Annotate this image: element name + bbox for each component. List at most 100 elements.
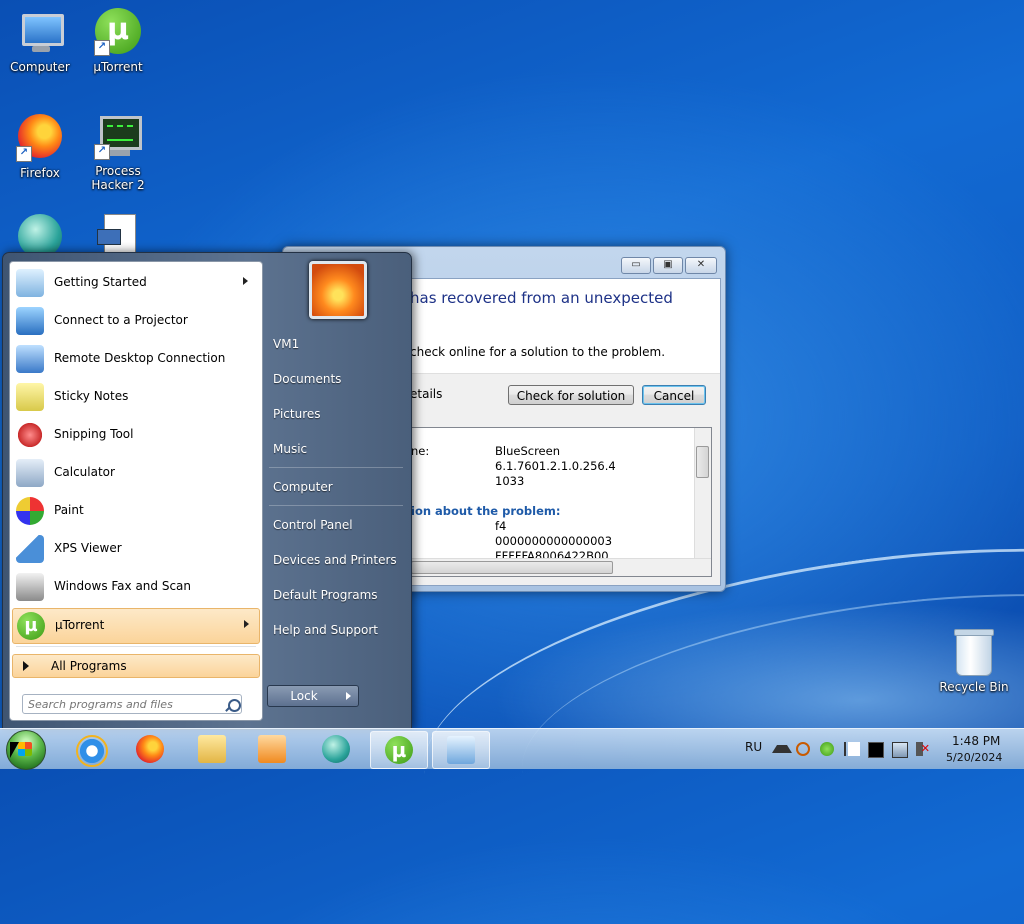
program-label: Calculator: [54, 465, 115, 479]
desktop-icon-label: Firefox: [20, 166, 60, 180]
lock-button[interactable]: Lock: [267, 685, 341, 707]
close-button[interactable]: ✕: [685, 257, 717, 274]
program-getting-started[interactable]: Getting Started: [12, 266, 258, 300]
program-label: µTorrent: [55, 618, 105, 632]
clock-date[interactable]: 5/20/2024: [946, 751, 1002, 764]
utorrent-icon: µ: [17, 612, 45, 640]
media-player-icon: [258, 735, 286, 763]
detail-value-locale: 1033: [495, 474, 525, 488]
fax-scanner-icon: [16, 573, 44, 601]
menu-divider: [269, 505, 403, 506]
process-hacker-icon: ↗: [94, 112, 142, 160]
detail-value-bccode: f4: [495, 519, 507, 533]
taskbar-firefox[interactable]: [122, 731, 178, 767]
program-calculator[interactable]: Calculator: [12, 456, 258, 490]
computer-icon: [16, 8, 64, 56]
desktop-icon-firefox[interactable]: ↗ Firefox: [2, 112, 78, 180]
right-item-documents[interactable]: Documents: [273, 372, 341, 386]
paint-palette-icon: [16, 497, 44, 525]
getting-started-icon: [16, 269, 44, 297]
volume-muted-icon[interactable]: ✕: [916, 742, 930, 756]
utorrent-tray-icon[interactable]: [820, 742, 834, 756]
clock-time[interactable]: 1:48 PM: [952, 734, 1000, 748]
right-item-user[interactable]: VM1: [273, 337, 299, 351]
cancel-button[interactable]: Cancel: [642, 385, 706, 405]
program-label: Paint: [54, 503, 84, 517]
calculator-icon: [16, 459, 44, 487]
dialog-title: has recovered from an unexpected: [410, 289, 673, 307]
right-item-devices-printers[interactable]: Devices and Printers: [273, 553, 397, 567]
search-input[interactable]: [22, 694, 242, 714]
search-icon[interactable]: [228, 699, 241, 712]
show-hidden-icons-icon[interactable]: [772, 745, 792, 753]
start-menu: Getting Started Connect to a Projector R…: [2, 252, 412, 730]
remote-desktop-icon: [16, 345, 44, 373]
detail-label-name: ne:: [411, 444, 430, 458]
program-utorrent[interactable]: µ µTorrent: [12, 608, 260, 644]
program-remote-desktop[interactable]: Remote Desktop Connection: [12, 342, 258, 376]
check-for-solution-button[interactable]: Check for solution: [508, 385, 634, 405]
right-item-pictures[interactable]: Pictures: [273, 407, 321, 421]
error-report-icon: [447, 736, 475, 764]
network-icon[interactable]: [892, 742, 908, 758]
program-sticky-notes[interactable]: Sticky Notes: [12, 380, 258, 414]
process-monitor-icon[interactable]: [868, 742, 884, 758]
taskbar-globe-app[interactable]: [308, 731, 364, 767]
detail-section-heading: ion about the problem:: [411, 504, 561, 518]
firefox-icon: ↗: [16, 114, 64, 162]
scroll-thumb[interactable]: [696, 446, 709, 478]
right-item-music[interactable]: Music: [273, 442, 307, 456]
start-menu-programs-pane: Getting Started Connect to a Projector R…: [9, 261, 263, 721]
utorrent-icon: µ ↗: [94, 8, 142, 56]
taskbar-explorer[interactable]: [184, 731, 240, 767]
view-details-toggle[interactable]: etails: [410, 387, 442, 401]
taskbar-media-player[interactable]: [244, 731, 300, 767]
detail-value-name: BlueScreen: [495, 444, 560, 458]
desktop-icon-recycle-bin[interactable]: Recycle Bin: [936, 629, 1012, 694]
program-paint[interactable]: Paint: [12, 494, 258, 528]
detail-value-bcp1: 0000000000000003: [495, 534, 613, 548]
right-item-computer[interactable]: Computer: [273, 480, 333, 494]
all-programs-label: All Programs: [51, 659, 127, 673]
program-xps-viewer[interactable]: XPS Viewer: [12, 532, 258, 566]
internet-explorer-icon: [76, 735, 108, 767]
maximize-button[interactable]: ▣: [653, 257, 683, 274]
program-fax-scan[interactable]: Windows Fax and Scan: [12, 570, 258, 604]
expand-arrow-icon: [23, 661, 29, 671]
scroll-thumb[interactable]: [411, 561, 613, 574]
detail-value-version: 6.1.7601.2.1.0.256.4: [495, 459, 616, 473]
action-center-flag-icon[interactable]: [844, 742, 860, 756]
vertical-scrollbar[interactable]: [694, 428, 711, 558]
all-programs-button[interactable]: All Programs: [12, 654, 260, 678]
horizontal-scrollbar[interactable]: [411, 558, 711, 576]
utorrent-icon: µ: [385, 736, 413, 764]
desktop-icon-label: Process Hacker 2: [91, 164, 145, 192]
folder-icon: [198, 735, 226, 763]
taskbar-error-reporting[interactable]: [432, 731, 490, 769]
program-label: Getting Started: [54, 275, 147, 289]
language-indicator[interactable]: RU: [745, 740, 762, 754]
minimize-button[interactable]: ▭: [621, 257, 651, 274]
right-item-help-support[interactable]: Help and Support: [273, 623, 378, 637]
user-avatar[interactable]: [309, 261, 367, 319]
shutdown-options-arrow[interactable]: [340, 685, 359, 707]
taskbar-ie[interactable]: [62, 731, 118, 767]
desktop-icon-label: µTorrent: [93, 60, 143, 74]
dialog-description: check online for a solution to the probl…: [410, 345, 666, 359]
submenu-arrow-icon: [244, 620, 249, 628]
program-snipping-tool[interactable]: Snipping Tool: [12, 418, 258, 452]
desktop-icon-process-hacker[interactable]: ↗ Process Hacker 2: [80, 112, 156, 192]
recycle-bin-icon: [954, 629, 994, 676]
program-label: XPS Viewer: [54, 541, 122, 555]
program-connect-projector[interactable]: Connect to a Projector: [12, 304, 258, 338]
menu-divider: [269, 467, 403, 468]
taskbar-utorrent[interactable]: µ: [370, 731, 428, 769]
program-label: Remote Desktop Connection: [54, 351, 226, 365]
desktop-icon-label: Recycle Bin: [939, 680, 1009, 694]
desktop-icon-computer[interactable]: Computer: [2, 8, 78, 74]
right-item-control-panel[interactable]: Control Panel: [273, 518, 353, 532]
search-tool-icon[interactable]: [796, 742, 810, 756]
projector-icon: [16, 307, 44, 335]
right-item-default-programs[interactable]: Default Programs: [273, 588, 378, 602]
desktop-icon-utorrent[interactable]: µ ↗ µTorrent: [80, 8, 156, 74]
